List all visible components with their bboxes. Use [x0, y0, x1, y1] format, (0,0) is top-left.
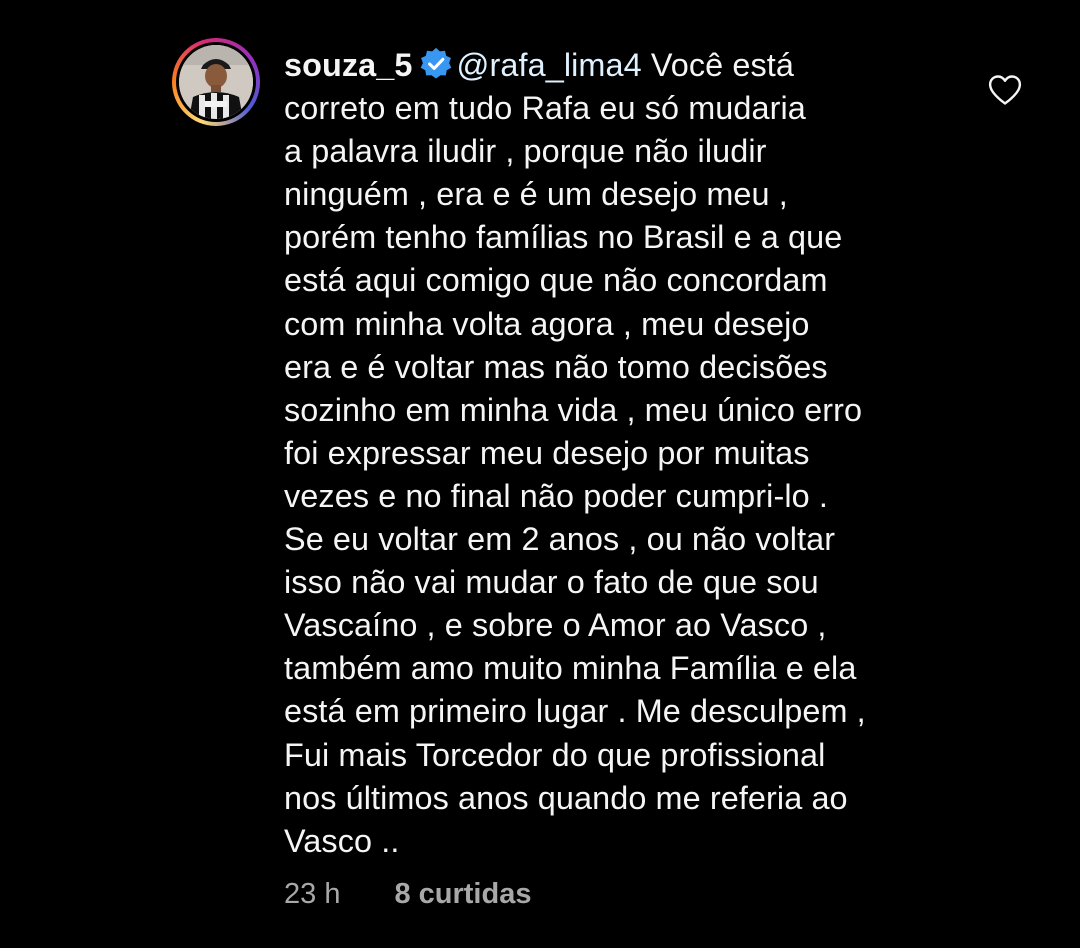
avatar	[179, 45, 253, 119]
comment-text-line: porém tenho famílias no Brasil e a que	[284, 219, 843, 256]
comment-text-line: isso não vai mudar o fato de que sou	[284, 564, 819, 601]
comment-text-line: também amo muito minha Família e ela	[284, 650, 857, 687]
avatar-photo	[179, 45, 253, 119]
comment-text-line: Se eu voltar em 2 anos , ou não voltar	[284, 521, 836, 558]
comment-text-line: foi expressar meu desejo por muitas	[284, 434, 810, 471]
heart-outline-icon[interactable]	[988, 74, 1022, 106]
comment-text-line: era e é voltar mas não tomo decisões	[284, 348, 828, 385]
comment-username[interactable]: souza_5	[284, 47, 413, 83]
comment-text-line: Vascaíno , e sobre o Amor ao Vasco ,	[284, 607, 827, 644]
comment-text-line: a palavra iludir , porque não iludir	[284, 133, 767, 170]
comment-body: souza_5 @rafa_lima4 Você está correto em…	[284, 44, 964, 863]
comment-text-line: Fui mais Torcedor do que profissional	[284, 736, 826, 773]
comment-text-line: sozinho em minha vida , meu único erro	[284, 391, 863, 428]
verified-badge-icon	[420, 47, 451, 79]
comment-text-line: está aqui comigo que não concordam	[284, 262, 828, 299]
comment-meta: 23 h 8 curtidas	[284, 878, 531, 911]
comment-timestamp: 23 h	[284, 878, 341, 910]
comment-text-line: nos últimos anos quando me referia ao	[284, 779, 848, 816]
comment-text-line: vezes e no final não poder cumpri-lo .	[284, 477, 828, 514]
comment-mention[interactable]: @rafa_lima4	[457, 47, 642, 83]
comment-text-line: com minha volta agora , meu desejo	[284, 305, 810, 342]
comment-text-start: Você está	[650, 47, 795, 83]
comment-text-line: está em primeiro lugar . Me desculpem ,	[284, 693, 866, 730]
comment-text-line: correto em tudo Rafa eu só mudaria	[284, 90, 806, 127]
avatar-story-ring[interactable]	[172, 38, 260, 126]
comment-text-line: Vasco ..	[284, 822, 400, 859]
comment: souza_5 @rafa_lima4 Você está correto em…	[0, 0, 1080, 948]
comment-first-line: souza_5 @rafa_lima4 Você está	[284, 44, 964, 87]
comment-likes-count[interactable]: 8 curtidas	[394, 878, 531, 911]
comment-text-line: ninguém , era e é um desejo meu ,	[284, 176, 788, 213]
